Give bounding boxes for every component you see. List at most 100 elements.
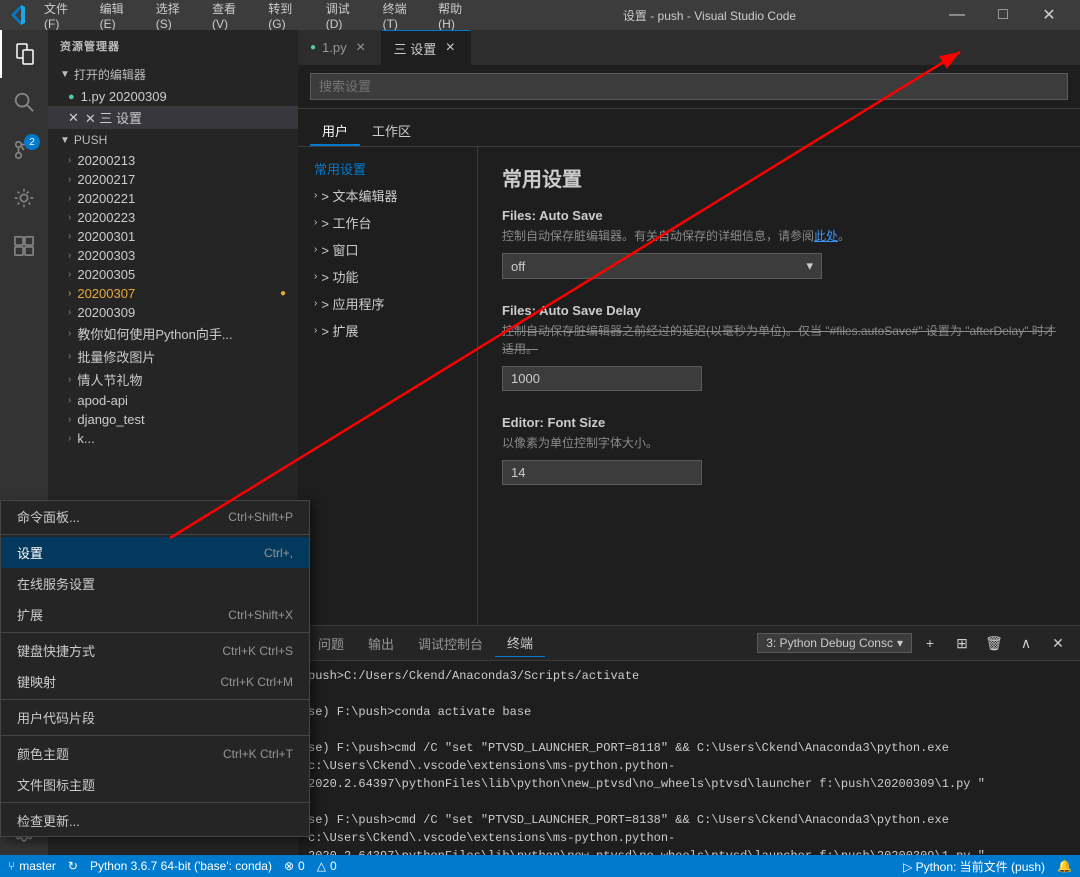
terminal-tab-terminal[interactable]: 终端 [495, 629, 545, 657]
source-control-badge: 2 [24, 134, 40, 150]
sidebar-item-k[interactable]: ›k... [48, 429, 298, 448]
terminal-panel: 问题 输出 调试控制台 终端 3: Python Debug Consc ▾ +… [298, 625, 1080, 855]
status-warnings[interactable]: △ 0 [317, 859, 337, 873]
tab-1py[interactable]: ● 1.py × [298, 30, 382, 65]
sidebar-item-20200301[interactable]: ›20200301 [48, 227, 298, 246]
terminal-tab-debug-console[interactable]: 调试控制台 [406, 630, 495, 657]
settings-nav-common[interactable]: 常用设置 [298, 155, 477, 182]
status-branch-label: master [19, 859, 56, 873]
sidebar-item-20200223[interactable]: ›20200223 [48, 208, 298, 227]
settings-nav-window[interactable]: › > 窗口 [298, 236, 477, 263]
settings-tab-user[interactable]: 用户 [310, 117, 360, 146]
menu-debug[interactable]: 调试(D) [318, 0, 373, 33]
settings-nav-app[interactable]: › > 应用程序 [298, 290, 477, 317]
terminal-line [308, 685, 1070, 703]
tab-1py-label: 1.py [322, 40, 347, 55]
sidebar-item-20200309[interactable]: ›20200309 [48, 303, 298, 322]
terminal-tab-output[interactable]: 输出 [356, 630, 406, 657]
sidebar-item-python-tutorial[interactable]: ›教你如何使用Python向手... [48, 322, 298, 345]
folder-chevron-icon: › [68, 351, 71, 362]
settings-nav-text-editor[interactable]: › > 文本编辑器 [298, 182, 477, 209]
activity-files[interactable] [0, 30, 48, 78]
terminal-dropdown[interactable]: 3: Python Debug Consc ▾ [757, 633, 912, 653]
sidebar-item-20200303[interactable]: ›20200303 [48, 246, 298, 265]
open-editors-section[interactable]: ▼ 打开的编辑器 [48, 62, 298, 87]
chevron-right-icon: › [314, 298, 317, 309]
status-branch[interactable]: ⑂ master [8, 859, 56, 873]
sidebar-item-20200305[interactable]: ›20200305 [48, 265, 298, 284]
activity-search[interactable] [0, 78, 48, 126]
menu-terminal[interactable]: 终端(T) [375, 0, 429, 33]
context-menu-file-icon-theme[interactable]: 文件图标主题 [1, 769, 309, 800]
status-python[interactable]: Python 3.6.7 64-bit ('base': conda) [90, 859, 272, 873]
sidebar-settings[interactable]: ✕ ✕ 三 设置 [48, 106, 298, 129]
context-menu-online-services[interactable]: 在线服务设置 [1, 568, 309, 599]
settings-search-area [298, 65, 1080, 109]
terminal-split-button[interactable]: ⊞ [948, 629, 976, 657]
status-python-run[interactable]: ▷ Python: 当前文件 (push) [903, 858, 1045, 875]
tab-settings[interactable]: 三 设置 × [382, 30, 472, 65]
menu-goto[interactable]: 转到(G) [260, 0, 315, 33]
terminal-line [308, 721, 1070, 739]
autosave-delay-input[interactable] [502, 366, 702, 391]
context-menu-check-updates[interactable]: 检查更新... [1, 805, 309, 836]
terminal-tab-problems[interactable]: 问题 [306, 630, 356, 657]
sidebar-item-20200213[interactable]: ›20200213 [48, 151, 298, 170]
menu-file[interactable]: 文件(F) [36, 0, 90, 33]
sidebar-item-gifts[interactable]: ›情人节礼物 [48, 368, 298, 391]
status-errors[interactable]: ⊗ 0 [284, 859, 305, 873]
context-menu-sep3 [1, 699, 309, 700]
terminal-content[interactable]: push>C:/Users/Ckend/Anaconda3/Scripts/ac… [298, 661, 1080, 855]
sidebar-item-20200217[interactable]: ›20200217 [48, 170, 298, 189]
autosave-delay-desc-text: 控制自动保存脏编辑器之前经过的延迟(以毫秒为单位)。仅当 "#files.aut… [502, 324, 1056, 356]
sidebar-item-batch-images[interactable]: ›批量修改图片 [48, 345, 298, 368]
minimize-button[interactable]: — [934, 0, 980, 30]
settings-nav-workbench[interactable]: › > 工作台 [298, 209, 477, 236]
menu-view[interactable]: 查看(V) [204, 0, 258, 33]
settings-item-autosave-delay: Files: Auto Save Delay 控制自动保存脏编辑器之前经过的延迟… [502, 303, 1056, 391]
terminal-add-button[interactable]: + [916, 629, 944, 657]
settings-nav-extensions[interactable]: › > 扩展 [298, 317, 477, 344]
maximize-button[interactable]: □ [980, 0, 1026, 30]
context-menu-keyboard-shortcuts[interactable]: 键盘快捷方式 Ctrl+K Ctrl+S [1, 635, 309, 666]
menu-select[interactable]: 选择(S) [148, 0, 202, 33]
close-button[interactable]: ✕ [1026, 0, 1072, 30]
context-menu-user-snippets[interactable]: 用户代码片段 [1, 702, 309, 733]
tab-settings-close[interactable]: × [442, 40, 458, 56]
tab-1py-close[interactable]: × [353, 40, 369, 56]
terminal-close-button[interactable]: ✕ [1044, 629, 1072, 657]
activity-debug[interactable] [0, 174, 48, 222]
sidebar-item-django-test[interactable]: ›django_test [48, 410, 298, 429]
settings-nav-window-label: > 窗口 [321, 240, 358, 259]
sidebar-item-20200307[interactable]: ›20200307 [48, 284, 298, 303]
settings-item-fontsize: Editor: Font Size 以像素为单位控制字体大小。 [502, 415, 1056, 485]
context-menu-color-theme[interactable]: 颜色主题 Ctrl+K Ctrl+T [1, 738, 309, 769]
activity-extensions[interactable] [0, 222, 48, 270]
terminal-line [308, 793, 1070, 811]
context-menu-extensions[interactable]: 扩展 Ctrl+Shift+X [1, 599, 309, 630]
context-menu-settings[interactable]: 设置 Ctrl+, [1, 537, 309, 568]
fontsize-input[interactable] [502, 460, 702, 485]
settings-search-input[interactable] [310, 73, 1068, 100]
status-sync[interactable]: ↻ [68, 859, 78, 873]
folder-chevron-icon: › [68, 212, 71, 223]
sidebar-file-1py[interactable]: ● 1.py 20200309 [48, 87, 298, 106]
sidebar-settings-label: ✕ 三 设置 [85, 108, 142, 127]
activity-source-control[interactable]: 2 [0, 126, 48, 174]
menu-help[interactable]: 帮助(H) [430, 0, 485, 33]
menu-edit[interactable]: 编辑(E) [92, 0, 146, 33]
sidebar-item-apod-api[interactable]: ›apod-api [48, 391, 298, 410]
autosave-link[interactable]: 此处 [814, 229, 838, 243]
autosave-select[interactable]: off ▾ [502, 253, 822, 279]
sidebar-item-20200221[interactable]: ›20200221 [48, 189, 298, 208]
settings-nav-features[interactable]: › > 功能 [298, 263, 477, 290]
settings-tab-workspace[interactable]: 工作区 [360, 117, 423, 146]
settings-nav-features-label: > 功能 [321, 267, 358, 286]
terminal-trash-button[interactable]: 🗑 [980, 629, 1008, 657]
context-menu-keymaps[interactable]: 键映射 Ctrl+K Ctrl+M [1, 666, 309, 697]
terminal-collapse-button[interactable]: ∧ [1012, 629, 1040, 657]
status-notifications[interactable]: 🔔 [1057, 859, 1072, 873]
push-section[interactable]: ▼ PUSH [48, 129, 298, 151]
context-menu-command-palette[interactable]: 命令面板... Ctrl+Shift+P [1, 501, 309, 532]
push-label: PUSH [74, 133, 107, 147]
